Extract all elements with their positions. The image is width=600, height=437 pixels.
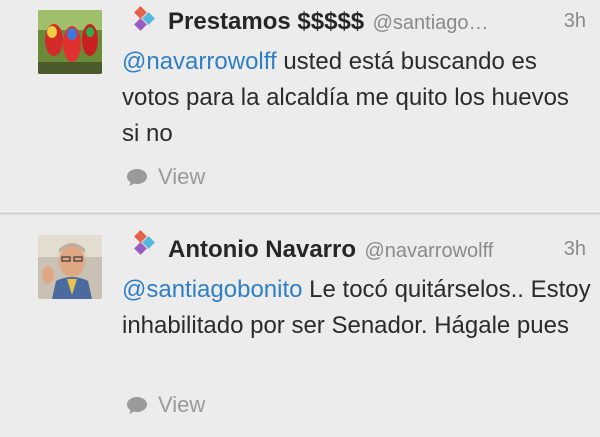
mention-link[interactable]: @santiagobonito <box>122 276 303 303</box>
speech-bubble-icon <box>127 397 147 414</box>
tweet-text: @navarrowolff usted está buscando es vot… <box>122 44 592 152</box>
timestamp: 3h <box>563 10 586 32</box>
view-button[interactable]: View <box>126 392 205 418</box>
tweet-item[interactable]: Antonio Navarro @navarrowolff 3h @santia… <box>0 214 600 437</box>
mention-link[interactable]: @navarrowolff <box>122 48 277 75</box>
tweet-text: @santiagobonito Le tocó quitárselos.. Es… <box>122 272 592 344</box>
speech-bubble-icon <box>127 169 147 186</box>
avatar[interactable] <box>38 235 102 299</box>
view-label[interactable]: View <box>158 392 205 418</box>
view-button[interactable]: View <box>126 164 205 190</box>
timestamp: 3h <box>563 238 586 260</box>
avatar[interactable] <box>38 10 102 74</box>
app-badge-icon <box>132 6 158 32</box>
author-name[interactable]: Antonio Navarro <box>168 236 356 263</box>
app-badge-icon <box>132 230 158 256</box>
view-label[interactable]: View <box>158 164 205 190</box>
author-handle[interactable]: @navarrowolff <box>364 240 493 262</box>
author-handle[interactable]: @santiago… <box>373 12 489 34</box>
author-name[interactable]: Prestamos $$$$$ <box>168 8 364 35</box>
tweet-item[interactable]: Prestamos $$$$$ @santiago… 3h @navarrowo… <box>0 0 600 212</box>
